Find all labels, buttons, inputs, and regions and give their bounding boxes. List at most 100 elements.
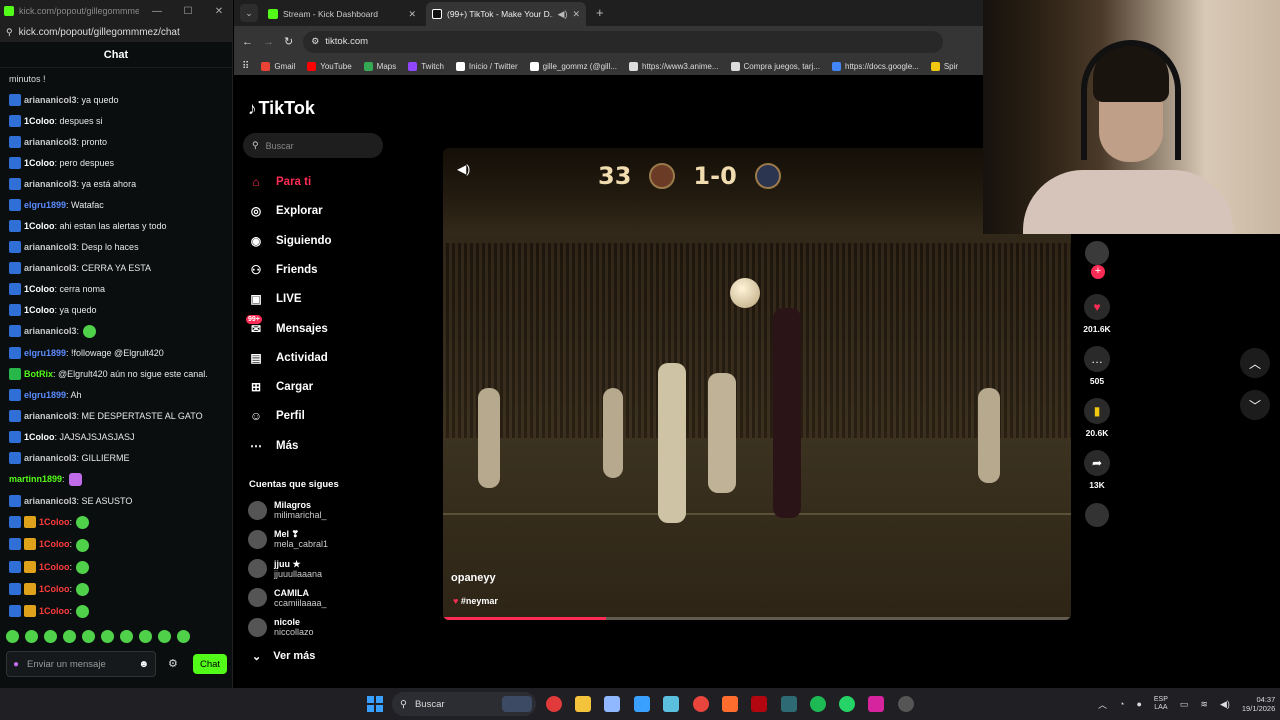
nav-item-live[interactable]: ▣ LIVE [248,291,301,307]
emote-icon[interactable] [63,630,76,643]
nav-item-upload[interactable]: ⊞ Cargar [248,379,313,395]
close-icon[interactable]: ✕ [206,6,232,17]
emoji-icon[interactable]: ☻ [138,659,149,670]
app-icon[interactable] [722,696,738,712]
comment-button[interactable]: … 505 [1082,346,1112,386]
chat-url[interactable]: kick.com/popout/gillegommmez/chat [19,27,180,38]
chat-username[interactable]: ariananicol3 [24,263,77,273]
wifi-icon[interactable]: ≋ [1200,699,1208,710]
forward-icon[interactable]: → [263,36,274,48]
chat-username[interactable]: elgru1899 [24,348,66,358]
chat-username[interactable]: elgru1899 [24,200,66,210]
chat-username[interactable]: 1Coloo [39,606,70,616]
chat-username[interactable]: BotRix [24,369,53,379]
nav-item-compass[interactable]: ◎ Explorar [248,203,323,219]
followed-account[interactable]: nicole niccollazo [248,617,314,637]
chat-username[interactable]: 1Coloo [39,562,70,572]
minimize-icon[interactable]: — [144,6,170,17]
nav-item-friends[interactable]: ⚇ Friends [248,262,318,278]
emote-icon[interactable] [177,630,190,643]
app-icon[interactable] [781,696,797,712]
previous-video-button[interactable]: ︿ [1240,348,1270,378]
store-icon[interactable] [604,696,620,712]
whatsapp-icon[interactable] [839,696,855,712]
followed-account[interactable]: Mel ❣ mela_cabral1 [248,529,328,549]
apps-icon[interactable]: ⠿ [242,61,249,72]
chat-username[interactable]: 1Coloo [24,158,55,168]
netflix-icon[interactable] [751,696,767,712]
music-disc-icon[interactable] [1085,503,1109,527]
chat-username[interactable]: ariananicol3 [24,326,77,336]
bookmark-docs[interactable]: https://docs.google... [832,61,919,71]
maximize-icon[interactable]: ☐ [175,6,201,17]
tiktok-logo[interactable]: ♪ TikTok [248,98,315,119]
chat-send-button[interactable]: Chat [193,654,227,674]
bookmark-anime[interactable]: https://www3.anime... [629,61,719,71]
creator-avatar[interactable] [1085,241,1109,265]
chat-username[interactable]: ariananicol3 [24,179,77,189]
chat-username[interactable]: 1Coloo [39,539,70,549]
network-icon[interactable]: ◔ [1119,699,1124,709]
bookmark-twitch[interactable]: Twitch [408,61,444,71]
new-tab-icon[interactable]: + [596,5,604,20]
like-button[interactable]: ♥ 201.6K [1082,294,1112,334]
chat-username[interactable]: martinn1899 [9,474,62,484]
chat-username[interactable]: ariananicol3 [24,411,77,421]
chat-username[interactable]: ariananicol3 [24,242,77,252]
chat-message-input[interactable]: ● Enviar un mensaje ☻ [6,651,156,677]
followed-account[interactable]: Milagros milimarichal_ [248,500,327,520]
windows-start-icon[interactable] [367,696,383,712]
volume-icon[interactable]: ◀) [457,162,470,176]
video-hashtag[interactable]: ♥ #neymar [453,596,498,606]
nav-item-home[interactable]: ⌂ Para ti [248,174,311,190]
audio-icon[interactable]: ◀) [558,9,568,20]
back-icon[interactable]: ← [242,36,253,48]
emote-icon[interactable] [158,630,171,643]
emote-icon[interactable] [25,630,38,643]
bookmark-spir[interactable]: Spir [930,61,958,71]
emote-icon[interactable] [120,630,133,643]
chat-username[interactable]: ariananicol3 [24,137,77,147]
capture-icon[interactable] [663,696,679,712]
see-more-button[interactable]: ⌄ Ver más [252,650,315,663]
site-info-icon[interactable]: ⚲ [6,27,13,38]
close-tab-icon[interactable]: ✕ [408,9,416,20]
emote-icon[interactable] [6,630,19,643]
search-input[interactable]: ⚲ Buscar [243,133,383,158]
nav-item-profile[interactable]: ☺ Perfil [248,408,305,424]
gear-icon[interactable]: ⚙ [168,657,178,670]
chat-username[interactable]: 1Coloo [24,305,55,315]
bookmark-gmail[interactable]: Gmail [261,61,295,71]
chrome-icon[interactable] [693,696,709,712]
chevron-up-icon[interactable]: ︿ [1098,698,1107,711]
photos-icon[interactable] [634,696,650,712]
display-icon[interactable]: ▭ [1180,699,1189,710]
clock[interactable]: 04:37 19/1/2026 [1242,695,1275,713]
followed-account[interactable]: CAMILA ccamiilaaaa_ [248,588,327,608]
follow-plus-icon[interactable]: + [1091,265,1105,279]
spotify-icon[interactable] [810,696,826,712]
nav-item-activity[interactable]: ▤ Actividad [248,350,327,366]
bookmark-twitter[interactable]: Inicio / Twitter [455,61,518,71]
microphone-icon[interactable]: ● [13,659,19,670]
emote-icon[interactable] [44,630,57,643]
emote-icon[interactable] [101,630,114,643]
microphone-icon[interactable]: ● [1136,699,1141,709]
settings-icon[interactable] [898,696,914,712]
close-tab-icon[interactable]: ✕ [572,9,580,20]
video-creator[interactable]: opaneyy [451,572,496,584]
chat-username[interactable]: 1Coloo [24,432,55,442]
chat-username[interactable]: 1Coloo [39,584,70,594]
chat-username[interactable]: ariananicol3 [24,453,77,463]
chat-username[interactable]: ariananicol3 [24,496,77,506]
bookmark-youtube[interactable]: YouTube [307,61,352,71]
save-button[interactable]: ▮ 20.6K [1082,398,1112,438]
nav-item-more[interactable]: ⋯ Más [248,438,298,454]
taskbar-search[interactable]: ⚲ Buscar [392,692,536,716]
language-indicator[interactable]: ESP LAA [1154,696,1168,712]
volume-icon[interactable]: ◀) [1220,699,1230,710]
followed-account[interactable]: jjuu ★ jjuuullaaana [248,559,322,579]
address-bar[interactable]: ⚙ tiktok.com [303,30,944,53]
tab-kick-dashboard[interactable]: Stream - Kick Dashboard ✕ [262,2,422,26]
tab-search-icon[interactable]: ⌄ [240,4,258,22]
